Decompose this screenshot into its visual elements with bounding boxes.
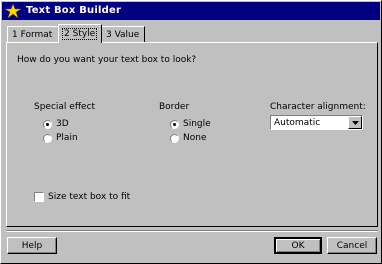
radio-single[interactable]: Single (170, 119, 211, 129)
chevron-down-icon[interactable] (348, 116, 362, 129)
prompt-text: How do you want your text box to look? (17, 55, 197, 65)
tab-value-label: 3 Value (106, 30, 140, 40)
size-to-fit-checkbox-row[interactable]: Size text box to fit (34, 192, 130, 202)
size-to-fit-label: Size text box to fit (48, 192, 131, 202)
tab-style[interactable]: 2 Style (58, 24, 102, 43)
cancel-button[interactable]: Cancel (327, 237, 377, 254)
character-alignment-label: Character alignment: (270, 102, 366, 112)
wizard-star-icon (3, 3, 23, 19)
tab-format-label: 1 Format (12, 30, 53, 40)
radio-single-label: Single (183, 119, 211, 129)
dialog-window: Text Box Builder 1 Format 2 Style 3 Valu… (0, 0, 382, 264)
radio-3d-label: 3D (56, 119, 69, 129)
radio-3d-button[interactable] (43, 119, 52, 129)
tab-value[interactable]: 3 Value (101, 26, 145, 42)
radio-none[interactable]: None (170, 133, 206, 143)
title-bar[interactable]: Text Box Builder (2, 2, 380, 20)
radio-3d[interactable]: 3D (43, 119, 69, 129)
tab-format[interactable]: 1 Format (7, 26, 59, 42)
character-alignment-value: Automatic (274, 118, 321, 128)
border-label: Border (159, 102, 190, 112)
character-alignment-select[interactable]: Automatic (270, 115, 363, 130)
special-effect-label: Special effect (34, 102, 96, 112)
radio-plain[interactable]: Plain (43, 133, 78, 143)
tab-panel: How do you want your text box to look? S… (6, 42, 378, 227)
tab-style-label: 2 Style (61, 28, 98, 40)
radio-none-button[interactable] (170, 133, 179, 143)
radio-plain-button[interactable] (43, 133, 52, 143)
size-to-fit-checkbox[interactable] (34, 192, 44, 202)
radio-single-button[interactable] (170, 119, 179, 129)
radio-none-label: None (183, 133, 207, 143)
ok-button[interactable]: OK (274, 237, 322, 254)
separator (6, 230, 378, 232)
radio-plain-label: Plain (56, 133, 78, 143)
help-button[interactable]: Help (7, 237, 57, 254)
window-title: Text Box Builder (26, 5, 122, 16)
